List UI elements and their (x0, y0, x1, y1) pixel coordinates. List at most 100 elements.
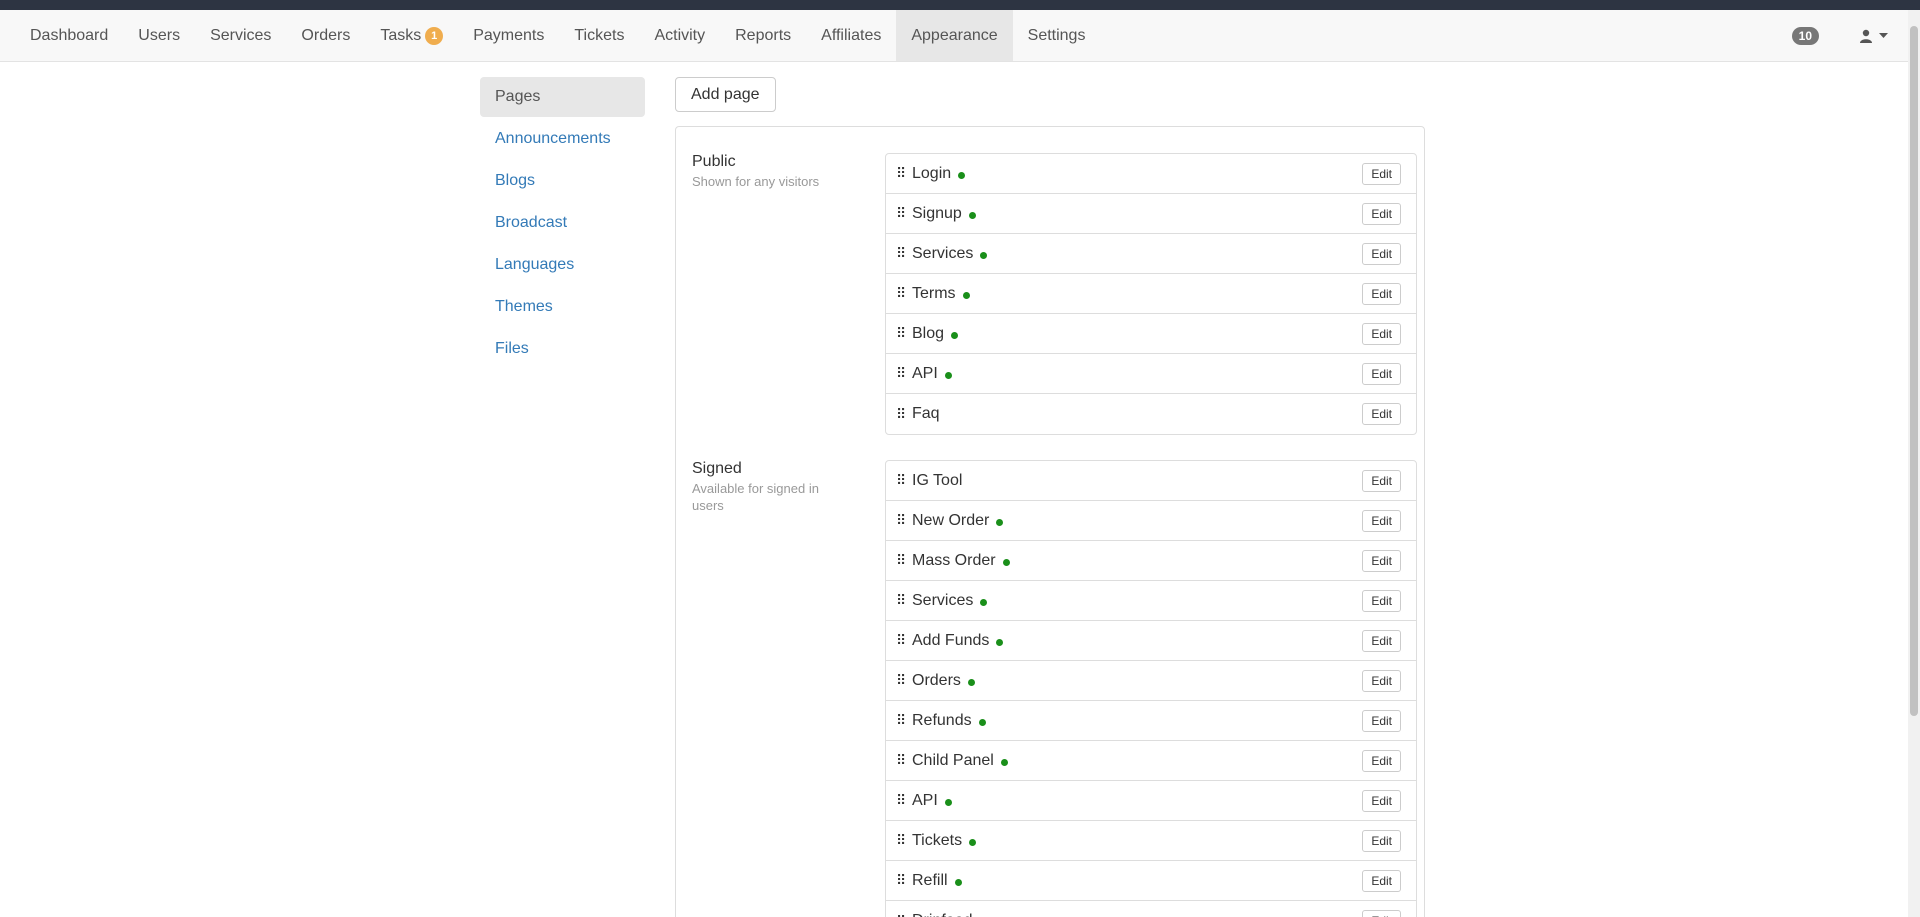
drag-handle-icon[interactable]: ⠿ (896, 712, 912, 729)
nav-menu: Dashboard Users Services Orders Tasks 1 Paymen… (15, 10, 1100, 61)
page-name: Refill (912, 871, 948, 889)
sidebar-item-themes[interactable]: Themes (480, 287, 645, 327)
nav-item-services[interactable]: Services (195, 10, 286, 61)
sidebar-item-languages[interactable]: Languages (480, 245, 645, 285)
nav-item-label: Users (138, 26, 181, 44)
nav-item-orders[interactable]: Orders (286, 10, 365, 61)
edit-button[interactable]: Edit (1362, 363, 1401, 385)
drag-handle-icon[interactable]: ⠿ (896, 472, 912, 489)
scrollbar-thumb[interactable] (1910, 26, 1918, 716)
nav-item-users[interactable]: Users (123, 10, 195, 61)
nav-item-label: Settings (1027, 26, 1086, 44)
page-name: Faq (912, 405, 940, 422)
drag-handle-icon[interactable]: ⠿ (896, 832, 912, 849)
edit-button[interactable]: Edit (1362, 203, 1401, 225)
nav-item-activity[interactable]: Activity (639, 10, 720, 61)
edit-button[interactable]: Edit (1362, 283, 1401, 305)
sidebar-item-files[interactable]: Files (480, 329, 645, 369)
page-name: Child Panel (912, 751, 994, 769)
edit-button[interactable]: Edit (1362, 550, 1401, 572)
edit-button[interactable]: Edit (1362, 710, 1401, 732)
drag-handle-icon[interactable]: ⠿ (896, 205, 912, 222)
page-name: New Order (912, 511, 990, 529)
edit-button[interactable]: Edit (1362, 750, 1401, 772)
drag-handle-icon[interactable]: ⠿ (896, 752, 912, 769)
page-row: ⠿ Refill Edit (886, 861, 1416, 901)
edit-button[interactable]: Edit (1362, 790, 1401, 812)
drag-handle-icon[interactable]: ⠿ (896, 406, 912, 423)
nav-item-label: Services (210, 26, 272, 44)
edit-button[interactable]: Edit (1362, 630, 1401, 652)
nav-item-label: Tickets (574, 26, 625, 44)
nav-item-tasks[interactable]: Tasks 1 (365, 10, 458, 61)
sidebar-item-blogs[interactable]: Blogs (480, 161, 645, 201)
page-row: ⠿ Blog Edit (886, 314, 1416, 354)
nav-item-payments[interactable]: Payments (458, 10, 559, 61)
nav-right: 10 (1791, 10, 1888, 61)
drag-handle-icon[interactable]: ⠿ (896, 245, 912, 262)
nav-item-label: Payments (473, 26, 545, 44)
add-page-button[interactable]: Add page (675, 77, 776, 112)
nav-item-label: Affiliates (821, 26, 882, 44)
drag-handle-icon[interactable]: ⠿ (896, 325, 912, 342)
page-name: Terms (912, 284, 956, 302)
page-list: ⠿ IG Tool Edit ⠿ New Order Edit ⠿ Mass Order Edi… (885, 460, 1417, 917)
edit-button[interactable]: Edit (1362, 243, 1401, 265)
page-row: ⠿ API Edit (886, 781, 1416, 821)
active-status-dot (962, 291, 970, 299)
active-status-dot (980, 251, 988, 259)
page-name: API (912, 791, 938, 809)
edit-button[interactable]: Edit (1362, 470, 1401, 492)
drag-handle-icon[interactable]: ⠿ (896, 913, 912, 917)
nav-item-settings[interactable]: Settings (1013, 10, 1101, 61)
sidebar-item-announcements[interactable]: Announcements (480, 119, 645, 159)
drag-handle-icon[interactable]: ⠿ (896, 512, 912, 529)
user-icon (1860, 29, 1872, 43)
section-subtitle: Available for signed in users (692, 481, 819, 513)
sidebar-item-broadcast[interactable]: Broadcast (480, 203, 645, 243)
edit-button[interactable]: Edit (1362, 670, 1401, 692)
drag-handle-icon[interactable]: ⠿ (896, 792, 912, 809)
page-row: ⠿ New Order Edit (886, 501, 1416, 541)
page-name: Orders (912, 671, 961, 689)
page-name: Tickets (912, 831, 963, 849)
drag-handle-icon[interactable]: ⠿ (896, 285, 912, 302)
nav-item-label: Reports (735, 26, 792, 44)
notification-badge[interactable]: 10 (1791, 26, 1819, 45)
drag-handle-icon[interactable]: ⠿ (896, 592, 912, 609)
nav-item-dashboard[interactable]: Dashboard (15, 10, 123, 61)
drag-handle-icon[interactable]: ⠿ (896, 672, 912, 689)
active-status-dot (968, 211, 976, 219)
active-status-dot (1000, 758, 1008, 766)
active-status-dot (967, 678, 975, 686)
active-status-dot (944, 798, 952, 806)
edit-button[interactable]: Edit (1362, 590, 1401, 612)
active-status-dot (980, 598, 988, 606)
drag-handle-icon[interactable]: ⠿ (896, 365, 912, 382)
section-title: Public (692, 153, 736, 170)
page-row: ⠿ Add Funds Edit (886, 621, 1416, 661)
edit-button[interactable]: Edit (1362, 323, 1401, 345)
pages-panel: Public Shown for any visitors ⠿ Login Edit ⠿ S… (675, 126, 1425, 917)
drag-handle-icon[interactable]: ⠿ (896, 632, 912, 649)
active-status-dot (996, 518, 1004, 526)
sidebar-item-pages[interactable]: Pages (480, 77, 645, 117)
user-menu[interactable] (1859, 29, 1888, 43)
edit-button[interactable]: Edit (1362, 910, 1401, 917)
edit-button[interactable]: Edit (1362, 403, 1401, 425)
nav-item-tickets[interactable]: Tickets (559, 10, 639, 61)
page-row: ⠿ Faq Edit (886, 394, 1416, 434)
drag-handle-icon[interactable]: ⠿ (896, 165, 912, 182)
page-name: Services (912, 244, 974, 262)
nav-item-appearance[interactable]: Appearance (896, 10, 1013, 61)
nav-item-reports[interactable]: Reports (720, 10, 806, 61)
edit-button[interactable]: Edit (1362, 163, 1401, 185)
top-strip (0, 0, 1920, 10)
nav-item-affiliates[interactable]: Affiliates (806, 10, 896, 61)
drag-handle-icon[interactable]: ⠿ (896, 552, 912, 569)
page-scrollbar[interactable] (1908, 10, 1920, 917)
drag-handle-icon[interactable]: ⠿ (896, 872, 912, 889)
edit-button[interactable]: Edit (1362, 510, 1401, 532)
edit-button[interactable]: Edit (1362, 830, 1401, 852)
edit-button[interactable]: Edit (1362, 870, 1401, 892)
